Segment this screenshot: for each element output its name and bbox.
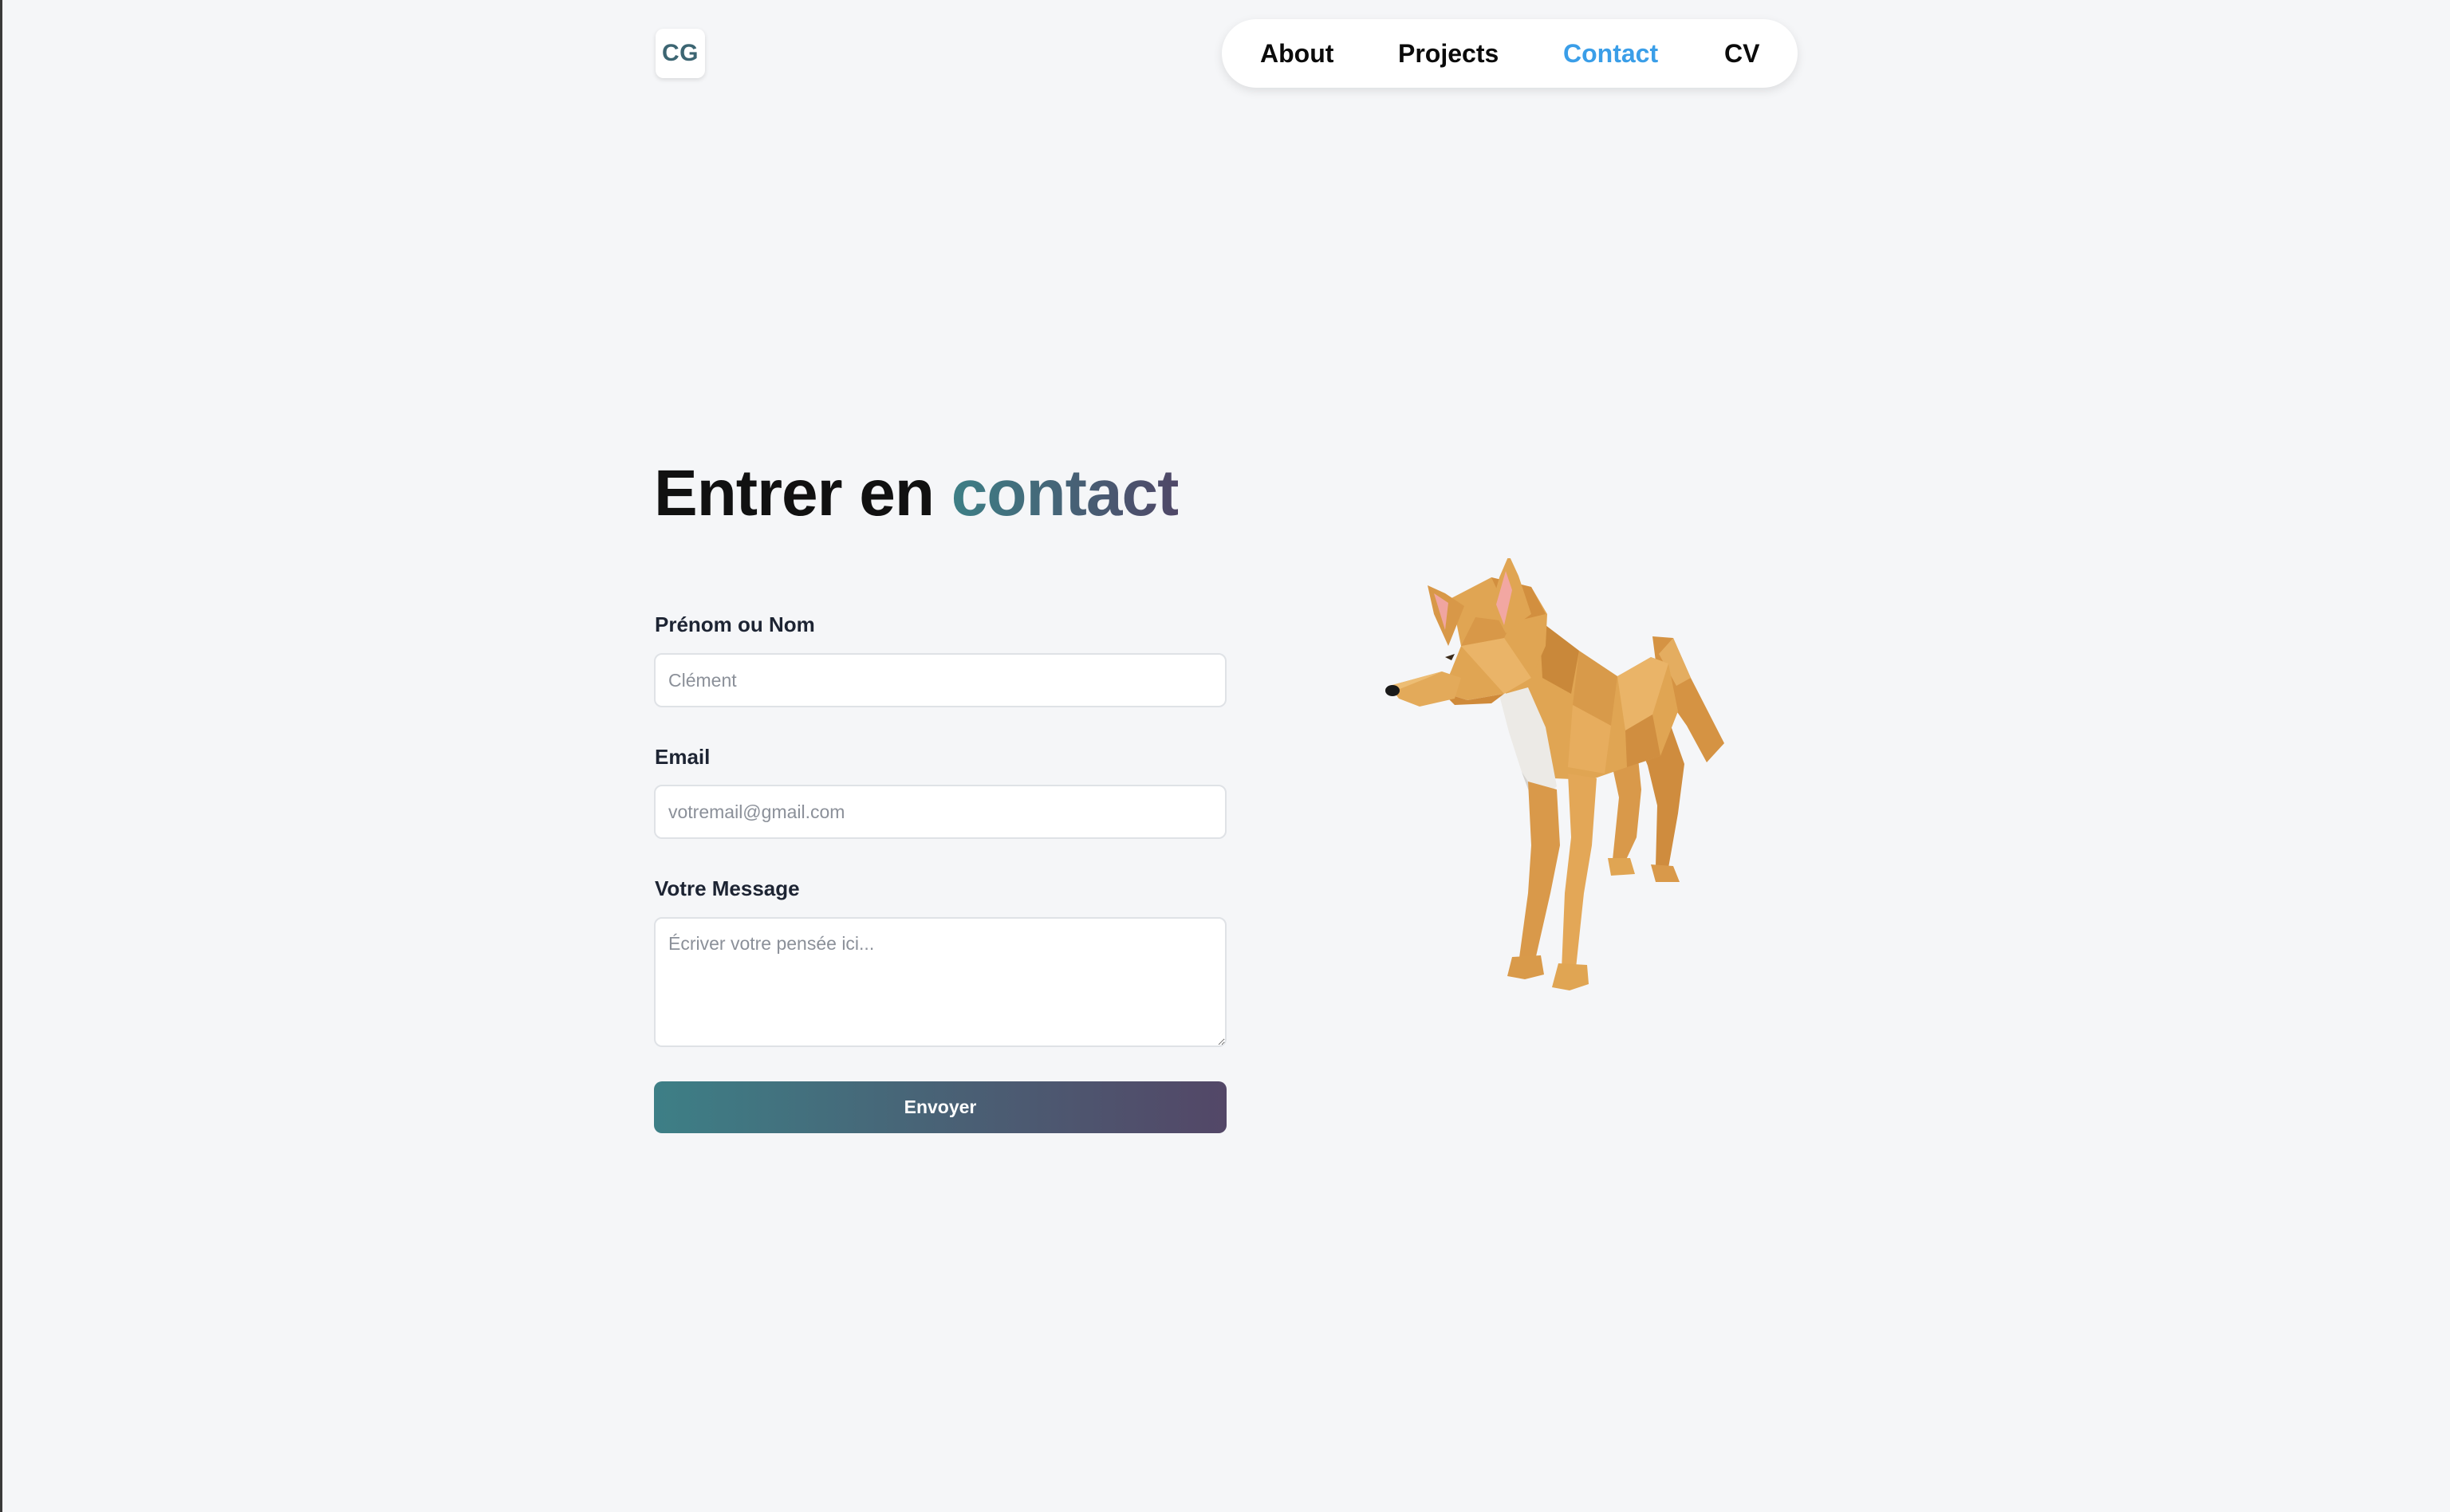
message-field-label: Votre Message	[655, 876, 800, 900]
nav-link-projects[interactable]: Projects	[1398, 19, 1499, 88]
name-field-label: Prénom ou Nom	[655, 612, 815, 636]
low-poly-fox-icon	[1385, 558, 1724, 990]
page-title: Entrer en contact	[654, 456, 1180, 531]
nav-link-cv[interactable]: CV	[1724, 19, 1759, 88]
message-textarea[interactable]	[654, 917, 1227, 1047]
email-input[interactable]	[654, 785, 1227, 839]
logo-badge[interactable]: CG	[656, 29, 705, 78]
top-navigation: About Projects Contact CV	[1222, 19, 1798, 88]
email-field-label: Email	[655, 745, 711, 769]
nav-link-about[interactable]: About	[1260, 19, 1333, 88]
logo-text: CG	[662, 40, 699, 66]
name-input[interactable]	[654, 653, 1227, 707]
send-button[interactable]: Envoyer	[654, 1081, 1227, 1133]
nav-link-contact[interactable]: Contact	[1563, 19, 1658, 88]
window-edge	[0, 0, 2, 1512]
page-title-accent: contact	[951, 457, 1180, 530]
page-title-prefix: Entrer en	[654, 457, 935, 530]
